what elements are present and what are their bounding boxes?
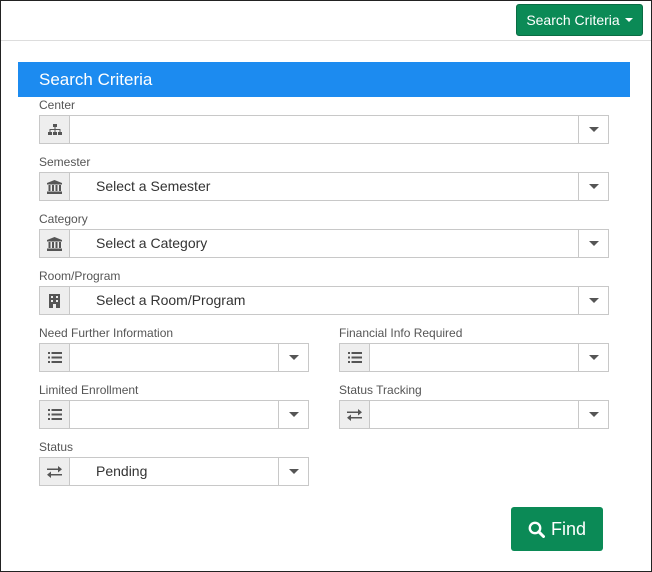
chevron-down-icon[interactable] [278,458,308,485]
status-select[interactable]: Pending [39,457,309,486]
financial-info-label: Financial Info Required [339,326,463,340]
status-value: Pending [96,463,148,479]
list-icon [40,344,70,371]
search-icon [528,521,545,538]
sitemap-icon [40,116,70,143]
category-value: Select a Category [96,235,208,251]
search-criteria-toggle-button[interactable]: Search Criteria [516,4,643,36]
search-criteria-panel-header: Search Criteria [18,62,630,97]
chevron-down-icon[interactable] [578,230,608,257]
institution-icon [40,230,70,257]
chevron-down-icon[interactable] [578,401,608,428]
chevron-down-icon[interactable] [278,401,308,428]
search-criteria-toggle-label: Search Criteria [526,12,620,28]
limited-enrollment-label: Limited Enrollment [39,383,139,397]
center-select[interactable] [39,115,609,144]
category-select[interactable]: Select a Category [39,229,609,258]
exchange-icon [340,401,370,428]
need-further-info-label: Need Further Information [39,326,174,340]
status-label: Status [39,440,74,454]
institution-icon [40,173,70,200]
find-label: Find [550,518,586,539]
chevron-down-icon[interactable] [578,116,608,143]
limited-enrollment-select[interactable] [39,400,309,429]
status-tracking-select[interactable] [339,400,609,429]
room-program-select[interactable]: Select a Room/Program [39,286,609,315]
category-label: Category [39,212,88,226]
chevron-down-icon[interactable] [578,344,608,371]
semester-label: Semester [39,155,91,169]
list-icon [40,401,70,428]
exchange-icon [40,458,70,485]
status-tracking-label: Status Tracking [339,383,422,397]
caret-down-icon [624,18,633,22]
panel-title: Search Criteria [39,69,153,89]
need-further-info-select[interactable] [39,343,309,372]
list-icon [340,344,370,371]
room-program-label: Room/Program [39,269,121,283]
financial-info-select[interactable] [339,343,609,372]
chevron-down-icon[interactable] [578,173,608,200]
room-program-value: Select a Room/Program [96,292,246,308]
center-label: Center [39,98,76,112]
building-icon [40,287,70,314]
semester-select[interactable]: Select a Semester [39,172,609,201]
find-button[interactable]: Find [511,507,603,551]
chevron-down-icon[interactable] [578,287,608,314]
semester-value: Select a Semester [96,178,211,194]
chevron-down-icon[interactable] [278,344,308,371]
